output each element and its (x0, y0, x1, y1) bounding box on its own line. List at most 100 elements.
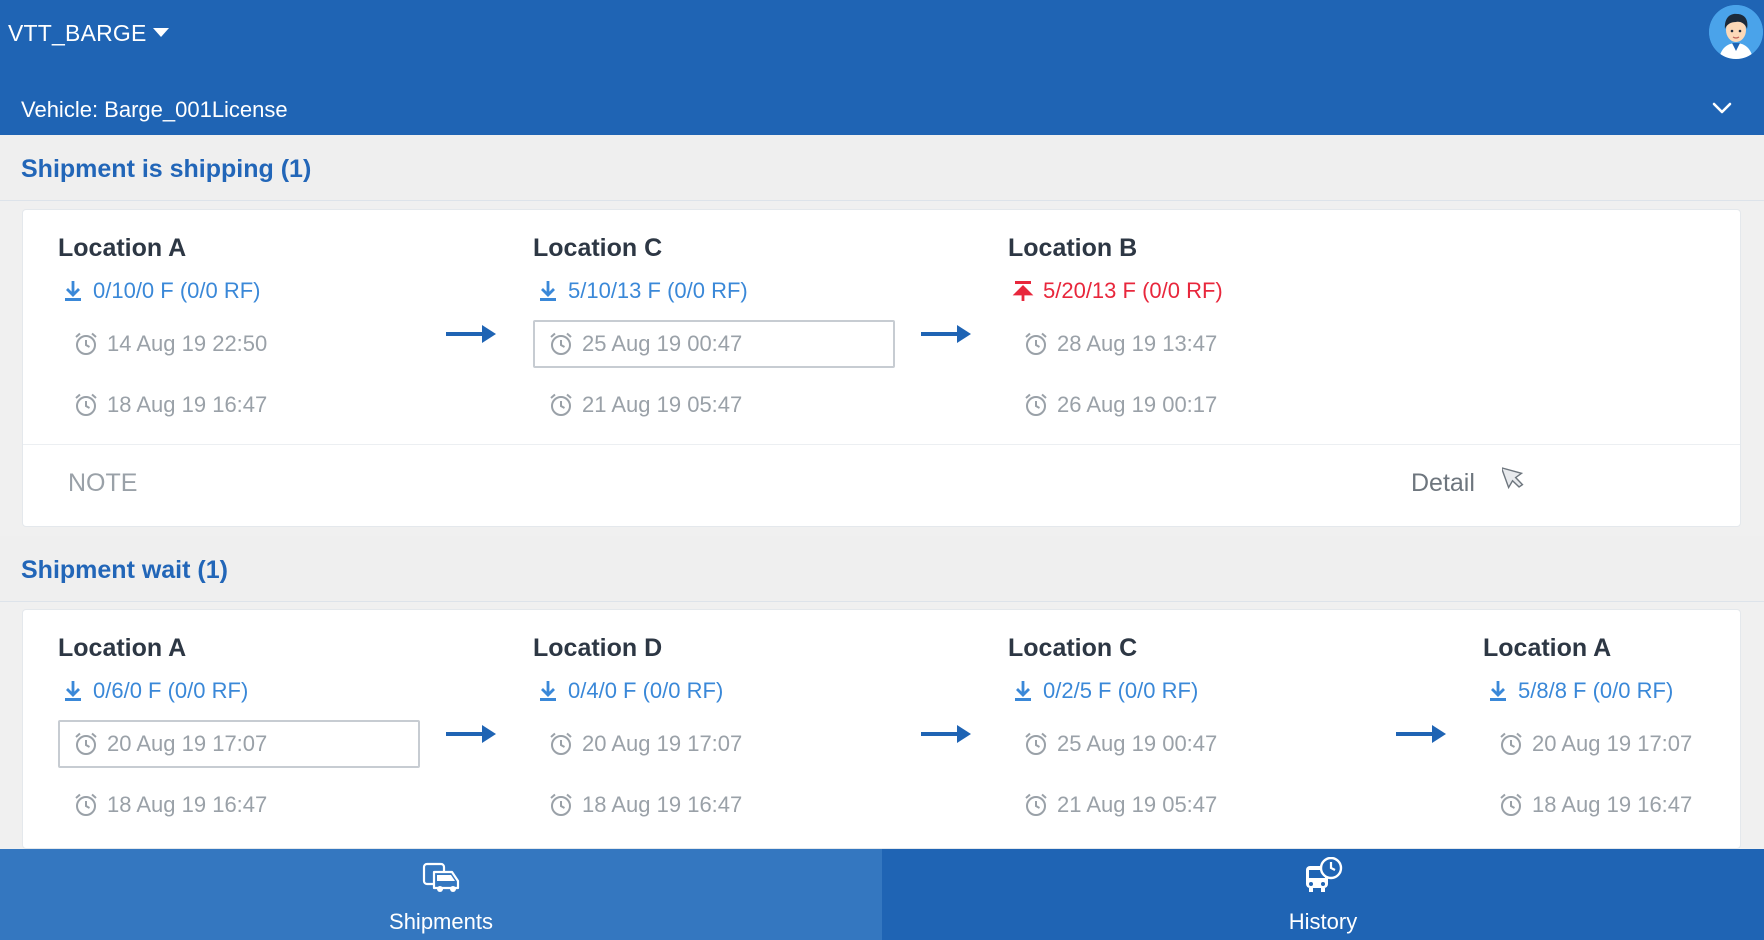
upload-icon (1012, 281, 1034, 301)
container-quantity: 0/10/0 F (0/0 RF) (62, 278, 261, 304)
location-name: Location A (58, 234, 187, 262)
location-name: Location A (1483, 634, 1612, 662)
shipment-card[interactable]: Location A 0/10/0 F (0/0 RF) 14 Aug 19 2… (22, 209, 1741, 527)
arrow-right-icon (446, 725, 496, 743)
app-switcher[interactable]: VTT_BARGE (8, 20, 169, 47)
location-name: Location C (1008, 634, 1138, 662)
vehicle-selector[interactable]: Vehicle: Barge_001License (0, 90, 1764, 130)
time-text: 28 Aug 19 13:47 (1057, 331, 1218, 356)
eta-time: 25 Aug 19 00:47 (1008, 720, 1370, 768)
card-footer: NOTE Detail (23, 444, 1740, 526)
caret-down-icon (152, 28, 169, 37)
download-icon (540, 681, 556, 701)
alarm-clock-icon (75, 393, 97, 416)
eta-time: 20 Aug 19 17:07 (1483, 720, 1733, 768)
eta-time-field[interactable]: 25 Aug 19 00:47 (533, 320, 895, 368)
alarm-clock-icon (1500, 793, 1522, 816)
route-stop: Location A 5/8/8 F (0/0 RF) 20 Aug 19 17… (1483, 610, 1733, 844)
time-text: 18 Aug 19 16:47 (107, 392, 268, 417)
user-avatar-icon (1709, 5, 1763, 59)
avatar[interactable] (1709, 5, 1763, 59)
time-text: 20 Aug 19 17:07 (1532, 731, 1693, 756)
alarm-clock-icon (75, 732, 97, 755)
arrow-right-icon (921, 325, 971, 343)
time-text: 18 Aug 19 16:47 (582, 792, 743, 817)
download-icon (65, 281, 81, 301)
location-name: Location A (58, 634, 187, 662)
time-text: 18 Aug 19 16:47 (1532, 792, 1693, 817)
shipment-card[interactable]: Location A 0/6/0 F (0/0 RF) 20 Aug 19 17… (22, 609, 1741, 849)
section-title: Shipment is shipping (1) (21, 155, 312, 183)
time-text: 20 Aug 19 17:07 (582, 731, 743, 756)
vehicle-label: Vehicle: Barge_001License (21, 97, 288, 122)
alarm-clock-icon (550, 732, 572, 755)
tab-shipments[interactable]: Shipments (0, 849, 882, 940)
mouse-pointer-icon (1502, 466, 1524, 490)
alarm-clock-icon (1500, 732, 1522, 755)
quantity-text: 5/8/8 F (0/0 RF) (1518, 678, 1674, 703)
chevron-down-icon (1712, 102, 1732, 114)
note-button[interactable]: NOTE (68, 469, 137, 498)
route-stop: Location B 5/20/13 F (0/0 RF) 28 Aug 19 … (1008, 210, 1378, 444)
alarm-clock-icon (75, 793, 97, 816)
location-name: Location C (533, 234, 663, 262)
time-text: 25 Aug 19 00:47 (1057, 731, 1218, 756)
shipments-icon (422, 862, 460, 892)
quantity-text: 5/20/13 F (0/0 RF) (1043, 278, 1223, 303)
eta-time-field[interactable]: 20 Aug 19 17:07 (58, 720, 420, 768)
route-stop: Location A 0/6/0 F (0/0 RF) 20 Aug 19 17… (58, 610, 428, 844)
container-quantity: 0/6/0 F (0/0 RF) (62, 678, 248, 704)
alarm-clock-icon (1025, 393, 1047, 416)
alarm-clock-icon (1025, 332, 1047, 355)
etd-time: 21 Aug 19 05:47 (533, 381, 895, 429)
arrow-right-icon (921, 725, 971, 743)
download-icon (1490, 681, 1506, 701)
history-icon (1306, 857, 1343, 892)
quantity-text: 0/4/0 F (0/0 RF) (568, 678, 724, 703)
route-stop: Location C 0/2/5 F (0/0 RF) 25 Aug 19 00… (1008, 610, 1378, 844)
quantity-text: 5/10/13 F (0/0 RF) (568, 278, 748, 303)
time-text: 20 Aug 19 17:07 (107, 731, 268, 756)
quantity-text: 0/10/0 F (0/0 RF) (93, 278, 261, 303)
download-icon (540, 281, 556, 301)
detail-button[interactable]: Detail (1411, 469, 1475, 498)
alarm-clock-icon (550, 332, 572, 355)
container-quantity: 5/20/13 F (0/0 RF) (1012, 278, 1223, 304)
quantity-text: 0/6/0 F (0/0 RF) (93, 678, 249, 703)
app-title: VTT_BARGE (8, 20, 147, 46)
tab-history[interactable]: History (882, 849, 1764, 940)
alarm-clock-icon (75, 332, 97, 355)
alarm-clock-icon (1025, 732, 1047, 755)
alarm-clock-icon (550, 393, 572, 416)
eta-time: 28 Aug 19 13:47 (1008, 320, 1370, 368)
container-quantity: 5/10/13 F (0/0 RF) (537, 278, 748, 304)
alarm-clock-icon (550, 793, 572, 816)
download-icon (1015, 681, 1031, 701)
container-quantity: 0/4/0 F (0/0 RF) (537, 678, 723, 704)
location-name: Location B (1008, 234, 1138, 262)
route-stop: Location D 0/4/0 F (0/0 RF) 20 Aug 19 17… (533, 610, 903, 844)
time-text: 14 Aug 19 22:50 (107, 331, 268, 356)
time-text: 25 Aug 19 00:47 (582, 331, 743, 356)
location-name: Location D (533, 634, 663, 662)
time-text: 21 Aug 19 05:47 (1057, 792, 1218, 817)
etd-time: 18 Aug 19 16:47 (58, 781, 420, 829)
quantity-text: 0/2/5 F (0/0 RF) (1043, 678, 1199, 703)
etd-time: 18 Aug 19 16:47 (533, 781, 895, 829)
etd-time: 26 Aug 19 00:17 (1008, 381, 1370, 429)
download-icon (65, 681, 81, 701)
bottom-tab-bar: Shipments History (0, 849, 1764, 940)
section-header-shipping: Shipment is shipping (1) (0, 135, 1764, 201)
etd-time: 18 Aug 19 16:47 (58, 381, 420, 429)
time-text: 26 Aug 19 00:17 (1057, 392, 1218, 417)
arrow-right-icon (446, 325, 496, 343)
etd-time: 21 Aug 19 05:47 (1008, 781, 1370, 829)
route-stop: Location C 5/10/13 F (0/0 RF) 25 Aug 19 … (533, 210, 903, 444)
eta-time: 14 Aug 19 22:50 (58, 320, 420, 368)
time-text: 21 Aug 19 05:47 (582, 392, 743, 417)
etd-time: 18 Aug 19 16:47 (1483, 781, 1733, 829)
section-title: Shipment wait (1) (21, 556, 228, 584)
eta-time: 20 Aug 19 17:07 (533, 720, 895, 768)
time-text: 18 Aug 19 16:47 (107, 792, 268, 817)
tab-label: History (1288, 909, 1358, 934)
